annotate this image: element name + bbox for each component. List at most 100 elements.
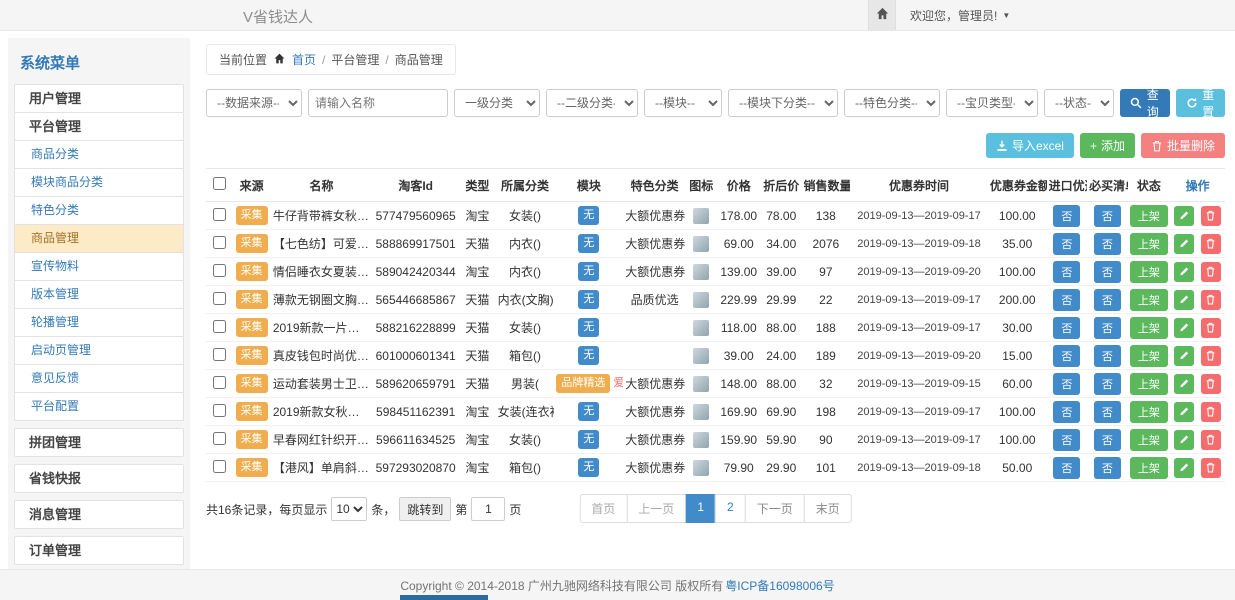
import-select-toggle[interactable]: 否	[1053, 317, 1080, 339]
status-button[interactable]: 上架	[1130, 345, 1168, 367]
edit-button[interactable]	[1174, 206, 1194, 226]
filter-select-data-source[interactable]: --数据来源--	[206, 89, 302, 117]
jump-button[interactable]: 跳转到	[399, 497, 451, 521]
row-checkbox[interactable]	[213, 292, 226, 305]
status-button[interactable]: 上架	[1130, 261, 1168, 283]
add-button[interactable]: + 添加	[1080, 133, 1135, 158]
pagination-first[interactable]: 首页	[579, 494, 627, 523]
pagination-prev[interactable]: 上一页	[626, 494, 686, 523]
import-select-toggle[interactable]: 否	[1053, 345, 1080, 367]
edit-button[interactable]	[1174, 374, 1194, 394]
sidebar-item-groupbuy-mgmt[interactable]: 拼团管理	[14, 428, 184, 457]
must-buy-toggle[interactable]: 否	[1094, 401, 1121, 423]
sidebar-item-order-mgmt[interactable]: 订单管理	[14, 536, 184, 565]
row-checkbox[interactable]	[213, 208, 226, 221]
must-buy-toggle[interactable]: 否	[1094, 233, 1121, 255]
home-button[interactable]	[868, 0, 896, 30]
must-buy-toggle[interactable]: 否	[1094, 345, 1121, 367]
row-checkbox[interactable]	[213, 432, 226, 445]
filter-select-feature-category[interactable]: --特色分类--	[844, 89, 940, 117]
sidebar-item-splash-mgmt[interactable]: 启动页管理	[14, 336, 184, 365]
edit-button[interactable]	[1174, 402, 1194, 422]
row-checkbox[interactable]	[213, 376, 226, 389]
must-buy-toggle[interactable]: 否	[1094, 429, 1121, 451]
search-button[interactable]: 查询	[1120, 89, 1170, 117]
import-select-toggle[interactable]: 否	[1053, 373, 1080, 395]
edit-button[interactable]	[1174, 234, 1194, 254]
icp-link[interactable]: 粤ICP备16098006号	[725, 577, 834, 594]
import-select-toggle[interactable]: 否	[1053, 429, 1080, 451]
import-select-toggle[interactable]: 否	[1053, 289, 1080, 311]
filter-select-module[interactable]: --模块--	[644, 89, 722, 117]
delete-button[interactable]	[1201, 346, 1221, 366]
edit-button[interactable]	[1174, 262, 1194, 282]
sidebar-item-promo-material[interactable]: 宣传物料	[14, 252, 184, 281]
sidebar-item-message-mgmt[interactable]: 消息管理	[14, 500, 184, 529]
delete-button[interactable]	[1201, 318, 1221, 338]
delete-button[interactable]	[1201, 374, 1221, 394]
delete-button[interactable]	[1201, 402, 1221, 422]
import-select-toggle[interactable]: 否	[1053, 205, 1080, 227]
sidebar-item-goods-mgmt[interactable]: 商品管理	[14, 224, 184, 253]
must-buy-toggle[interactable]: 否	[1094, 373, 1121, 395]
filter-select-category-level1[interactable]: 一级分类	[454, 89, 540, 117]
import-select-toggle[interactable]: 否	[1053, 457, 1080, 479]
sidebar-item-saving-express[interactable]: 省钱快报	[14, 464, 184, 493]
pagination-page-2[interactable]: 2	[715, 494, 746, 523]
status-button[interactable]: 上架	[1130, 457, 1168, 479]
name-search-input[interactable]	[308, 89, 448, 117]
must-buy-toggle[interactable]: 否	[1094, 261, 1121, 283]
delete-button[interactable]	[1201, 234, 1221, 254]
sidebar-item-feature-category[interactable]: 特色分类	[14, 196, 184, 225]
horizontal-scrollbar-thumb[interactable]	[400, 595, 488, 600]
select-all-checkbox[interactable]	[213, 177, 226, 190]
row-checkbox[interactable]	[213, 460, 226, 473]
batch-delete-button[interactable]: 批量删除	[1141, 133, 1225, 158]
filter-select-status[interactable]: --状态--	[1044, 89, 1114, 117]
row-checkbox[interactable]	[213, 404, 226, 417]
delete-button[interactable]	[1201, 262, 1221, 282]
edit-button[interactable]	[1174, 430, 1194, 450]
row-checkbox[interactable]	[213, 320, 226, 333]
status-button[interactable]: 上架	[1130, 401, 1168, 423]
sidebar-item-module-goods-category[interactable]: 模块商品分类	[14, 168, 184, 197]
edit-button[interactable]	[1174, 346, 1194, 366]
delete-button[interactable]	[1201, 290, 1221, 310]
sidebar-item-platform-mgmt[interactable]: 平台管理	[14, 112, 184, 141]
status-button[interactable]: 上架	[1130, 205, 1168, 227]
status-button[interactable]: 上架	[1130, 233, 1168, 255]
must-buy-toggle[interactable]: 否	[1094, 317, 1121, 339]
pagination-page-1[interactable]: 1	[685, 494, 716, 523]
status-button[interactable]: 上架	[1130, 429, 1168, 451]
row-checkbox[interactable]	[213, 264, 226, 277]
filter-select-item-type[interactable]: --宝贝类型--	[946, 89, 1038, 117]
delete-button[interactable]	[1201, 458, 1221, 478]
pagination-last[interactable]: 末页	[804, 494, 852, 523]
filter-select-category-level2[interactable]: --二级分类--	[546, 89, 638, 117]
sidebar-item-carousel-mgmt[interactable]: 轮播管理	[14, 308, 184, 337]
user-menu[interactable]: 欢迎您，管理员! ▼	[910, 7, 1010, 24]
breadcrumb-item[interactable]: 首页	[292, 51, 316, 68]
import-select-toggle[interactable]: 否	[1053, 233, 1080, 255]
status-button[interactable]: 上架	[1130, 289, 1168, 311]
page-number-input[interactable]	[471, 497, 505, 521]
status-button[interactable]: 上架	[1130, 373, 1168, 395]
must-buy-toggle[interactable]: 否	[1094, 289, 1121, 311]
filter-select-module-subcategory[interactable]: --模块下分类--	[728, 89, 838, 117]
import-select-toggle[interactable]: 否	[1053, 401, 1080, 423]
per-page-select[interactable]: 10	[331, 497, 367, 521]
edit-button[interactable]	[1174, 458, 1194, 478]
sidebar-item-platform-config[interactable]: 平台配置	[14, 392, 184, 421]
row-checkbox[interactable]	[213, 236, 226, 249]
delete-button[interactable]	[1201, 206, 1221, 226]
must-buy-toggle[interactable]: 否	[1094, 205, 1121, 227]
sidebar-item-user-mgmt[interactable]: 用户管理	[14, 84, 184, 113]
import-excel-button[interactable]: 导入excel	[986, 133, 1074, 158]
row-checkbox[interactable]	[213, 348, 226, 361]
delete-button[interactable]	[1201, 430, 1221, 450]
pagination-next[interactable]: 下一页	[745, 494, 805, 523]
import-select-toggle[interactable]: 否	[1053, 261, 1080, 283]
must-buy-toggle[interactable]: 否	[1094, 457, 1121, 479]
sidebar-item-version-mgmt[interactable]: 版本管理	[14, 280, 184, 309]
reset-button[interactable]: 重置	[1176, 89, 1226, 117]
